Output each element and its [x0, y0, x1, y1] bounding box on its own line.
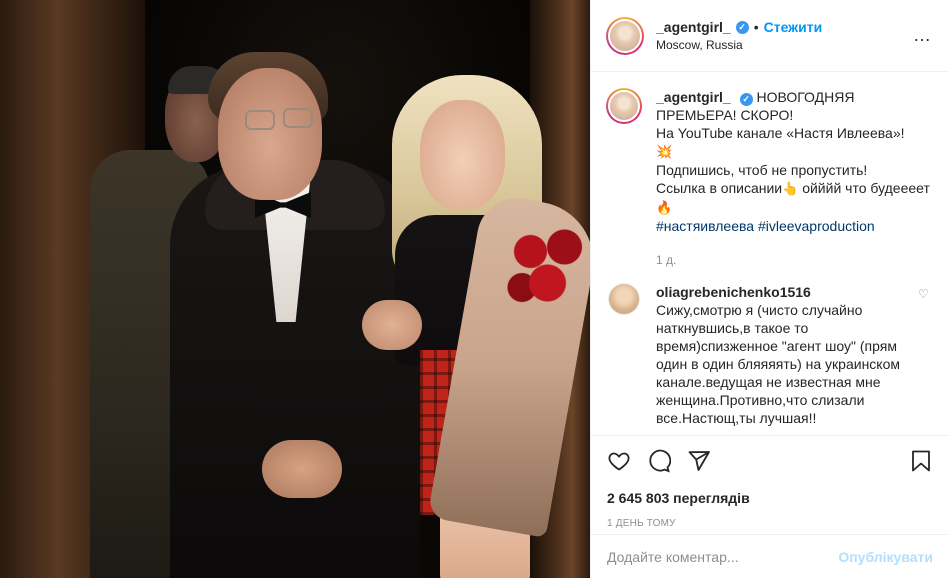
man-face	[218, 68, 322, 200]
heart-icon[interactable]	[607, 449, 631, 473]
comment-like-heart-icon[interactable]: ♡	[918, 287, 932, 427]
commenter-username[interactable]: oliagrebenichenko1516	[656, 283, 906, 301]
glasses-left	[245, 110, 275, 130]
caption-time[interactable]: 1 д.	[656, 251, 932, 269]
action-bar: 2 645 803 переглядів 1 день тому	[591, 435, 948, 529]
post-video[interactable]	[0, 0, 590, 578]
verified-badge-icon: ✓	[739, 92, 753, 106]
fire-emoji-icon: 🔥	[656, 200, 673, 215]
publish-button[interactable]: Опублікувати	[838, 549, 933, 565]
follow-button[interactable]: Стежити	[764, 19, 823, 35]
comments-section[interactable]: _agentgirl_ ✓ НОВОГОДНЯЯ ПРЕМЬЕРА! СКОРО…	[591, 72, 948, 434]
post-side-panel: _agentgirl_ ✓ • Стежити Moscow, Russia ……	[590, 0, 948, 578]
caption-avatar[interactable]	[606, 88, 642, 124]
man-hands	[262, 440, 342, 498]
comment-item: oliagrebenichenko1516 Сижу,смотрю я (чис…	[606, 283, 932, 427]
comment-icon[interactable]	[647, 449, 671, 473]
comment-text: Сижу,смотрю я (чисто случайно наткнувшис…	[656, 302, 900, 426]
woman-face	[420, 100, 505, 210]
post-header: _agentgirl_ ✓ • Стежити Moscow, Russia …	[591, 0, 948, 72]
glasses-right	[283, 108, 313, 128]
hashtag-link[interactable]: #ivleevaproduction	[758, 218, 875, 234]
collision-emoji-icon: 💥	[656, 144, 673, 159]
caption-line-4b: ойййй что будеееет	[798, 180, 930, 196]
location-link[interactable]: Moscow, Russia	[656, 38, 913, 52]
author-meta: _agentgirl_ ✓ • Стежити Moscow, Russia	[656, 19, 913, 52]
woman-arm	[362, 300, 422, 350]
verified-badge-icon: ✓	[735, 20, 749, 34]
red-roses	[505, 220, 590, 310]
commenter-avatar[interactable]	[608, 283, 640, 315]
view-count[interactable]: 2 645 803 переглядів	[607, 490, 933, 506]
post-timestamp[interactable]: 1 день тому	[607, 518, 933, 529]
bookmark-icon[interactable]	[909, 449, 933, 473]
caption-line-3: Подпишись, чтоб не пропустить!	[656, 162, 868, 178]
comment-input[interactable]	[607, 548, 839, 565]
separator-dot: •	[753, 19, 759, 35]
pointing-up-emoji-icon: 👆	[782, 181, 799, 196]
caption-username[interactable]: _agentgirl_	[656, 89, 731, 105]
caption-line-2: На YouTube канале «Настя Ивлеева»!	[656, 125, 905, 141]
hashtag-link[interactable]: #настяивлеева	[656, 218, 754, 234]
add-comment-bar: Опублікувати	[591, 534, 948, 578]
caption: _agentgirl_ ✓ НОВОГОДНЯЯ ПРЕМЬЕРА! СКОРО…	[606, 88, 932, 269]
author-avatar[interactable]	[606, 16, 644, 55]
share-icon[interactable]	[687, 449, 711, 473]
caption-line-4a: Ссылка в описании	[656, 180, 783, 196]
author-username[interactable]: _agentgirl_	[656, 19, 731, 35]
instagram-post: _agentgirl_ ✓ • Стежити Moscow, Russia ……	[0, 0, 948, 578]
more-options-icon[interactable]: …	[913, 25, 932, 46]
